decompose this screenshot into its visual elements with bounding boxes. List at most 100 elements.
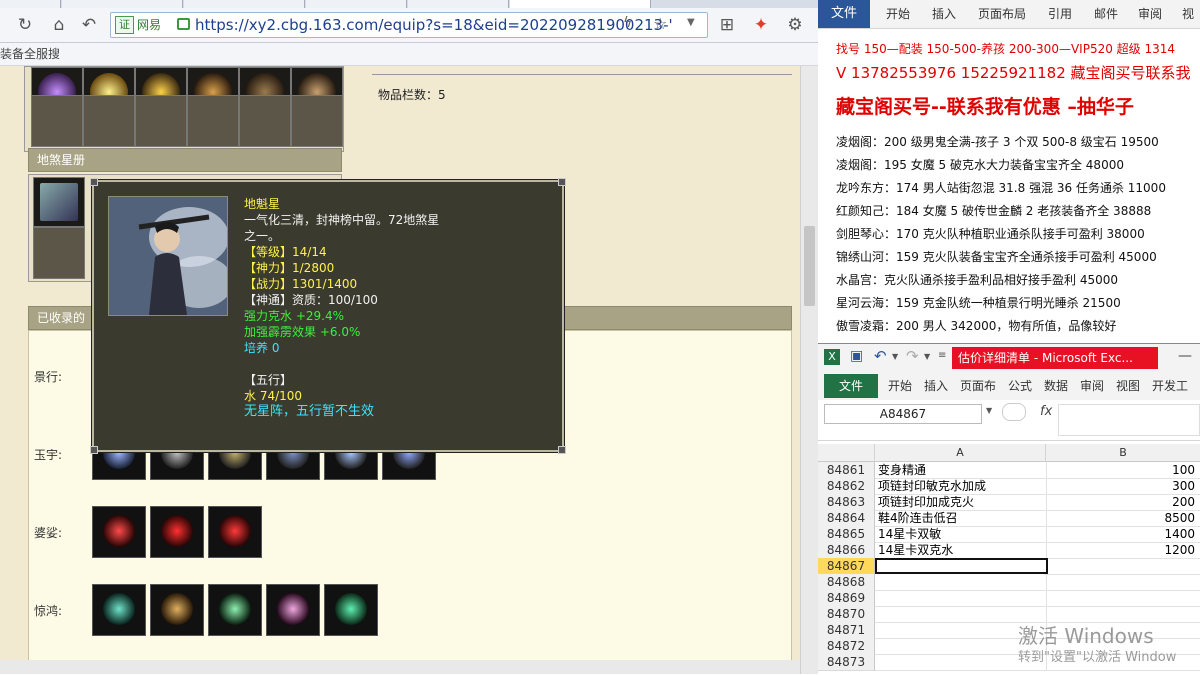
column-header-a[interactable]: A — [875, 444, 1046, 462]
excel-tab[interactable]: 审阅 — [1080, 372, 1104, 400]
back-icon[interactable]: ↶ — [78, 14, 100, 36]
word-tab[interactable]: 开始 — [886, 0, 910, 28]
minimize-icon[interactable]: — — [1178, 348, 1192, 364]
row-header[interactable]: 84873 — [818, 654, 875, 671]
row-header[interactable]: 84867 — [818, 558, 875, 575]
empty-slot[interactable] — [291, 95, 343, 147]
collection-item[interactable] — [208, 584, 262, 636]
home-icon[interactable]: ⌂ — [48, 14, 70, 36]
cell-b[interactable]: 100 — [1044, 462, 1200, 479]
excel-tab[interactable]: 数据 — [1044, 372, 1068, 400]
tab[interactable] — [62, 0, 183, 8]
empty-slot[interactable] — [187, 95, 239, 147]
empty-slot[interactable] — [135, 95, 187, 147]
tab[interactable] — [184, 0, 305, 8]
cell-a[interactable] — [875, 590, 1047, 607]
collection-item[interactable] — [324, 584, 378, 636]
fx-icon[interactable]: fx — [1040, 404, 1052, 419]
refresh-icon[interactable]: ↻ — [14, 14, 36, 36]
collection-item[interactable] — [92, 506, 146, 558]
expand-toggle[interactable] — [1002, 403, 1026, 421]
tab[interactable] — [0, 0, 61, 8]
cell-a[interactable]: 14星卡双敏 — [875, 526, 1047, 543]
bookmark-item[interactable]: 装备全服搜 — [0, 43, 60, 65]
column-header-b[interactable]: B — [1046, 444, 1200, 462]
word-document[interactable]: 找号 150—配装 150-500-养孩 200-300—VIP520 超级 1… — [818, 29, 1200, 359]
empty-slot[interactable] — [33, 227, 85, 279]
scrollbar-thumb[interactable] — [804, 226, 815, 306]
word-tab[interactable]: 页面布局 — [978, 0, 1026, 28]
select-all-corner[interactable] — [818, 444, 875, 462]
row-header[interactable]: 84863 — [818, 494, 875, 511]
excel-tab[interactable]: 插入 — [924, 372, 948, 400]
chevron-down-icon[interactable]: ▼ — [892, 352, 898, 361]
row-header[interactable]: 84866 — [818, 542, 875, 559]
excel-tab[interactable]: 开始 — [888, 372, 912, 400]
certificate-badge[interactable]: 证 — [115, 16, 134, 34]
collection-item[interactable] — [208, 506, 262, 558]
star-card-slot[interactable] — [33, 177, 85, 227]
tab-active[interactable] — [510, 0, 651, 8]
tab[interactable] — [306, 0, 407, 8]
row-header[interactable]: 84868 — [818, 574, 875, 591]
cell-b[interactable] — [1044, 574, 1200, 591]
active-cell[interactable] — [875, 558, 1048, 574]
cell-a[interactable]: 鞋4阶连击低召 — [875, 510, 1047, 527]
lightning-icon[interactable]: ϟ — [623, 15, 632, 31]
word-tab[interactable]: 邮件 — [1094, 0, 1118, 28]
cell-b[interactable]: 1400 — [1044, 526, 1200, 543]
collection-item[interactable] — [266, 584, 320, 636]
tab[interactable] — [408, 0, 509, 8]
row-header[interactable]: 84871 — [818, 622, 875, 639]
horizontal-scrollbar[interactable] — [0, 660, 800, 674]
excel-file-tab[interactable]: 文件 — [824, 374, 878, 398]
empty-slot[interactable] — [31, 95, 83, 147]
excel-tab[interactable]: 页面布 — [960, 372, 996, 400]
word-file-tab[interactable]: 文件 — [818, 0, 870, 28]
empty-slot[interactable] — [83, 95, 135, 147]
cell-a[interactable] — [875, 574, 1047, 591]
star-icon[interactable]: ☆ — [653, 14, 667, 33]
grid-icon[interactable]: ⊞ — [716, 14, 738, 36]
row-header[interactable]: 84864 — [818, 510, 875, 527]
collection-item[interactable] — [150, 506, 204, 558]
chevron-down-icon[interactable]: ▼ — [687, 17, 695, 28]
cell-b[interactable]: 300 — [1044, 478, 1200, 495]
collection-item[interactable] — [150, 584, 204, 636]
save-icon[interactable]: ▣ — [850, 348, 863, 364]
row-header[interactable]: 84872 — [818, 638, 875, 655]
gamepad-icon[interactable]: ✦ — [750, 14, 772, 36]
word-tab[interactable]: 审阅 — [1138, 0, 1162, 28]
url-text[interactable]: https://xy2.cbg.163.com/equip?s=18&eid=2… — [195, 13, 673, 37]
word-tab[interactable]: 引用 — [1048, 0, 1072, 28]
collection-item[interactable] — [92, 584, 146, 636]
cell-a[interactable]: 变身精通 — [875, 462, 1047, 479]
word-tab[interactable]: 插入 — [932, 0, 956, 28]
excel-tab[interactable]: 视图 — [1116, 372, 1140, 400]
cell-b[interactable]: 1200 — [1044, 542, 1200, 559]
row-header[interactable]: 84861 — [818, 462, 875, 479]
row-header[interactable]: 84869 — [818, 590, 875, 607]
formula-input[interactable] — [1058, 404, 1200, 436]
cell-b[interactable]: 200 — [1044, 494, 1200, 511]
row-header[interactable]: 84870 — [818, 606, 875, 623]
row-header[interactable]: 84865 — [818, 526, 875, 543]
vertical-scrollbar[interactable] — [800, 66, 818, 674]
name-box[interactable]: A84867 — [824, 404, 982, 424]
row-header[interactable]: 84862 — [818, 478, 875, 495]
word-tab[interactable]: 视 — [1182, 0, 1194, 28]
cell-a[interactable]: 项链封印加成克火 — [875, 494, 1047, 511]
chevron-down-icon[interactable]: ▼ — [924, 352, 930, 361]
cell-b[interactable] — [1044, 558, 1200, 575]
redo-icon[interactable]: ↷ — [906, 347, 919, 365]
address-bar[interactable]: 证 网易 https://xy2.cbg.163.com/equip?s=18&… — [110, 12, 708, 38]
undo-icon[interactable]: ↶ — [874, 347, 887, 365]
excel-tab[interactable]: 公式 — [1008, 372, 1032, 400]
cell-b[interactable]: 8500 — [1044, 510, 1200, 527]
empty-slot[interactable] — [239, 95, 291, 147]
wrench-icon[interactable]: ⚙ — [784, 14, 806, 36]
chevron-down-icon[interactable]: ▼ — [986, 406, 992, 415]
excel-tab[interactable]: 开发工 — [1152, 372, 1188, 400]
cell-b[interactable] — [1044, 590, 1200, 607]
cell-a[interactable]: 项链封印敏克水加成 — [875, 478, 1047, 495]
